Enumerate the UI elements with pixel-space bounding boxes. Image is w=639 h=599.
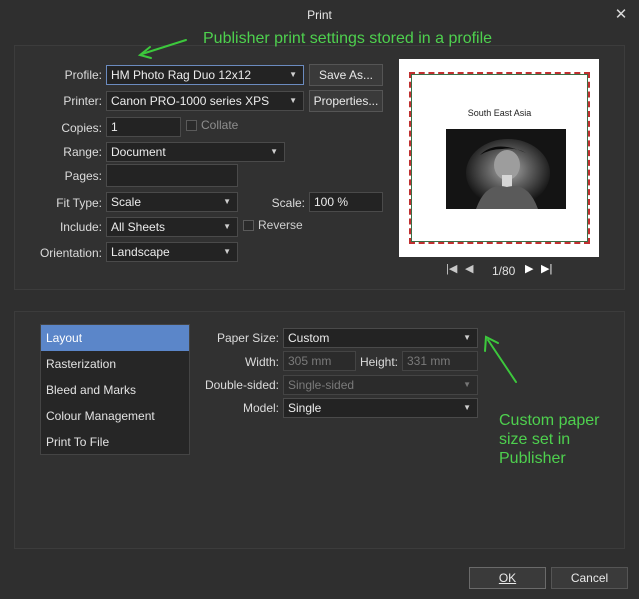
- profile-annotation: Publisher print settings stored in a pro…: [203, 30, 493, 47]
- paper-size-annotation-line-3: Publisher: [499, 450, 566, 467]
- paper-size-annotation-line-1: Custom paper: [499, 412, 600, 429]
- paper-size-annotation-line-2: size set in: [499, 431, 571, 448]
- paper-size-annotation-arrow: [487, 339, 517, 383]
- annotation-arrows: [137, 39, 517, 383]
- paper-size-annotation: Custom paper size set in Publisher: [499, 411, 600, 468]
